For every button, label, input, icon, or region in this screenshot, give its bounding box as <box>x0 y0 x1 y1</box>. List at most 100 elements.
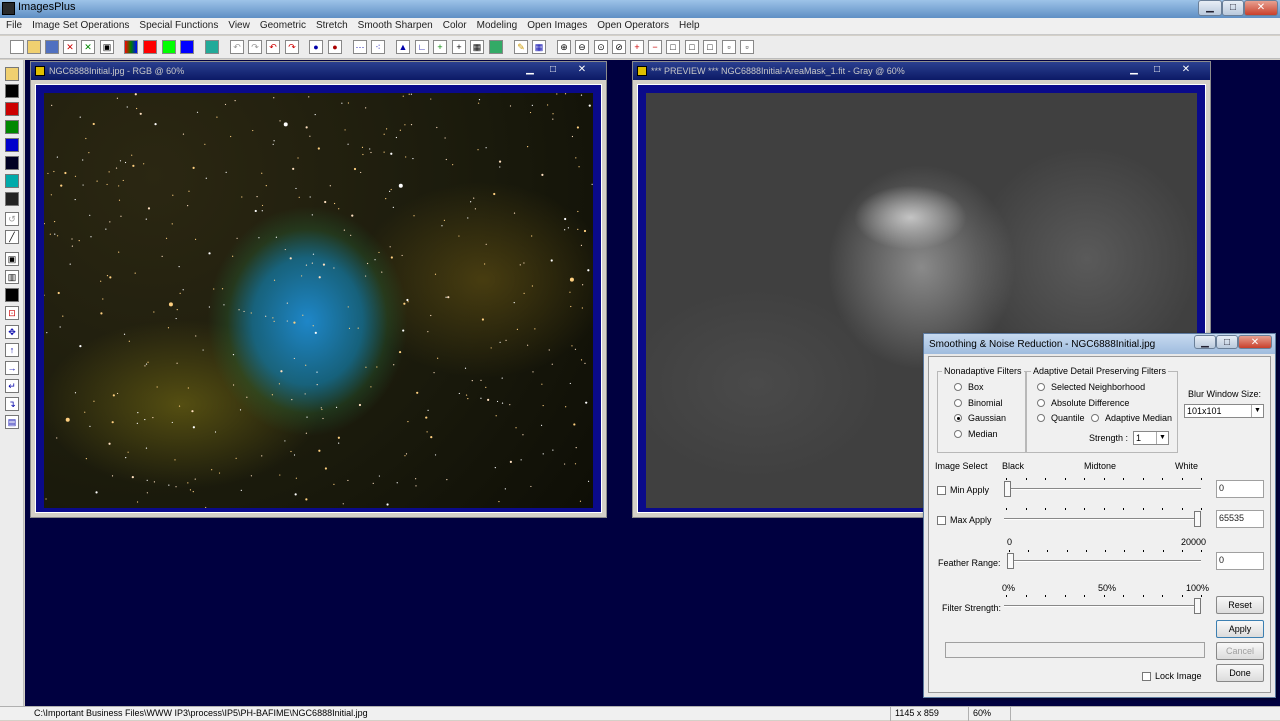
maximize-icon[interactable]: □ <box>1222 0 1244 16</box>
green-black-icon[interactable] <box>5 120 19 134</box>
min-apply-checkbox[interactable]: Min Apply <box>937 485 989 496</box>
menu-item[interactable]: View <box>222 18 254 31</box>
green-channel-icon[interactable] <box>162 40 176 54</box>
minimize-icon[interactable]: ▁ <box>521 64 539 76</box>
bars-icon[interactable]: ▥ <box>5 270 19 284</box>
restore-icon[interactable]: □ <box>1148 64 1166 76</box>
radio-median[interactable]: Median <box>954 429 998 439</box>
image-info-icon[interactable] <box>489 40 503 54</box>
close-icon[interactable]: ✕ <box>1238 335 1272 349</box>
menu-item[interactable]: Image Set Operations <box>26 18 133 31</box>
scatter-icon[interactable]: ⁖ <box>371 40 385 54</box>
max-value-field[interactable]: 65535 <box>1216 510 1264 528</box>
select-icon[interactable]: ⊡ <box>5 306 19 320</box>
cyan-black-icon[interactable] <box>5 174 19 188</box>
new-file-icon[interactable] <box>10 40 24 54</box>
close-icon[interactable]: ✕ <box>1177 64 1195 76</box>
undo-all-icon[interactable]: ↶ <box>266 40 280 54</box>
mosaic-icon[interactable]: ▦ <box>532 40 546 54</box>
black-icon[interactable] <box>5 84 19 98</box>
menu-item[interactable]: Help <box>673 18 704 31</box>
radio-selected-neighborhood[interactable]: Selected Neighborhood <box>1037 382 1145 392</box>
rect-select-2-icon[interactable]: □ <box>685 40 699 54</box>
plus-icon[interactable]: + <box>452 40 466 54</box>
redo-icon[interactable]: ↷ <box>248 40 262 54</box>
blur-window-select[interactable]: 101x101 ▼ <box>1184 404 1264 418</box>
tiny-rect-icon[interactable]: ▫ <box>740 40 754 54</box>
small-rect-icon[interactable]: ▫ <box>722 40 736 54</box>
reset-button[interactable]: Reset <box>1216 596 1264 614</box>
maximize-icon[interactable]: □ <box>1216 335 1238 349</box>
arrow-up-icon[interactable]: ↑ <box>5 343 19 357</box>
radio-box[interactable]: Box <box>954 382 984 392</box>
move-icon[interactable]: ✥ <box>5 325 19 339</box>
zoom-fit-icon[interactable]: ⊙ <box>594 40 608 54</box>
arrow-right-icon[interactable]: → <box>5 361 19 375</box>
minimize-icon[interactable]: ▁ <box>1198 0 1222 16</box>
arrow-turn-left-icon[interactable]: ↵ <box>5 379 19 393</box>
menu-item[interactable]: Color <box>437 18 471 31</box>
menu-item[interactable]: Open Images <box>521 18 591 31</box>
close-all-icon[interactable]: ✕ <box>81 40 95 54</box>
radio-quantile[interactable]: Quantile <box>1037 413 1085 423</box>
minimize-icon[interactable]: ▁ <box>1194 335 1216 349</box>
blue-black-icon[interactable] <box>5 138 19 152</box>
apply-button[interactable]: Apply <box>1216 620 1264 638</box>
curve-icon[interactable]: ∟ <box>415 40 429 54</box>
rgb-icon[interactable] <box>124 40 138 54</box>
strength-select[interactable]: 1 ▼ <box>1133 431 1169 445</box>
zoom-out-icon[interactable]: ⊖ <box>575 40 589 54</box>
dark-icon[interactable] <box>5 192 19 206</box>
save-icon[interactable] <box>45 40 59 54</box>
rgb-window-title-bar[interactable]: NGC6888Initial.jpg - RGB @ 60% ▁ □ ✕ <box>31 62 606 80</box>
menu-item[interactable]: File <box>0 18 26 31</box>
histogram-icon[interactable]: ▲ <box>396 40 410 54</box>
undo-icon[interactable]: ↶ <box>230 40 244 54</box>
save-layout-icon[interactable] <box>5 67 19 81</box>
feather-value-field[interactable]: 0 <box>1216 552 1264 570</box>
blue-channel-icon[interactable] <box>180 40 194 54</box>
grid-icon[interactable] <box>205 40 219 54</box>
radio-absolute-difference[interactable]: Absolute Difference <box>1037 398 1129 408</box>
lock-image-checkbox[interactable]: Lock Image <box>1142 671 1202 682</box>
close-icon[interactable]: ✕ <box>1244 0 1278 16</box>
open-folder-icon[interactable] <box>27 40 41 54</box>
red-channel-icon[interactable] <box>143 40 157 54</box>
feather-slider-thumb[interactable] <box>1007 553 1014 569</box>
restore-icon[interactable]: □ <box>544 64 562 76</box>
red-black-icon[interactable] <box>5 102 19 116</box>
close-icon[interactable]: ✕ <box>573 64 591 76</box>
max-slider-thumb[interactable] <box>1194 511 1201 527</box>
nebula-image[interactable] <box>44 93 593 508</box>
radio-gaussian[interactable]: Gaussian <box>954 413 1006 423</box>
redo-all-icon[interactable]: ↷ <box>285 40 299 54</box>
diagonal-icon[interactable]: ╱ <box>5 230 19 244</box>
frame-icon[interactable]: ▣ <box>5 252 19 266</box>
min-value-field[interactable]: 0 <box>1216 480 1264 498</box>
rgb-image-window[interactable]: NGC6888Initial.jpg - RGB @ 60% ▁ □ ✕ <box>30 61 607 518</box>
mark-icon[interactable]: ● <box>309 40 323 54</box>
menu-item[interactable]: Stretch <box>310 18 352 31</box>
copy-icon[interactable]: ▣ <box>100 40 114 54</box>
mark-red-icon[interactable]: ● <box>328 40 342 54</box>
rotate-icon[interactable]: ↺ <box>5 212 19 226</box>
preview-window-title-bar[interactable]: *** PREVIEW *** NGC6888Initial-AreaMask_… <box>633 62 1210 80</box>
menu-item[interactable]: Open Operators <box>591 18 673 31</box>
navy-black-icon[interactable] <box>5 156 19 170</box>
rect-select-3-icon[interactable]: □ <box>703 40 717 54</box>
filter-slider-thumb[interactable] <box>1194 598 1201 614</box>
radio-binomial[interactable]: Binomial <box>954 398 1003 408</box>
menu-item[interactable]: Smooth Sharpen <box>352 18 437 31</box>
dialog-title-bar[interactable]: Smoothing & Noise Reduction - NGC6888Ini… <box>924 334 1275 354</box>
min-slider-thumb[interactable] <box>1004 481 1011 497</box>
arrow-turn-down-icon[interactable]: ↴ <box>5 397 19 411</box>
menu-item[interactable]: Special Functions <box>133 18 222 31</box>
menu-item[interactable]: Modeling <box>471 18 522 31</box>
done-button[interactable]: Done <box>1216 664 1264 682</box>
zoom-in-icon[interactable]: ⊕ <box>557 40 571 54</box>
black-bar-icon[interactable] <box>5 288 19 302</box>
close-image-icon[interactable]: ✕ <box>63 40 77 54</box>
crosshair-icon[interactable]: + <box>433 40 447 54</box>
line-dots-icon[interactable]: ··· <box>353 40 367 54</box>
cancel-button[interactable]: Cancel <box>1216 642 1264 660</box>
